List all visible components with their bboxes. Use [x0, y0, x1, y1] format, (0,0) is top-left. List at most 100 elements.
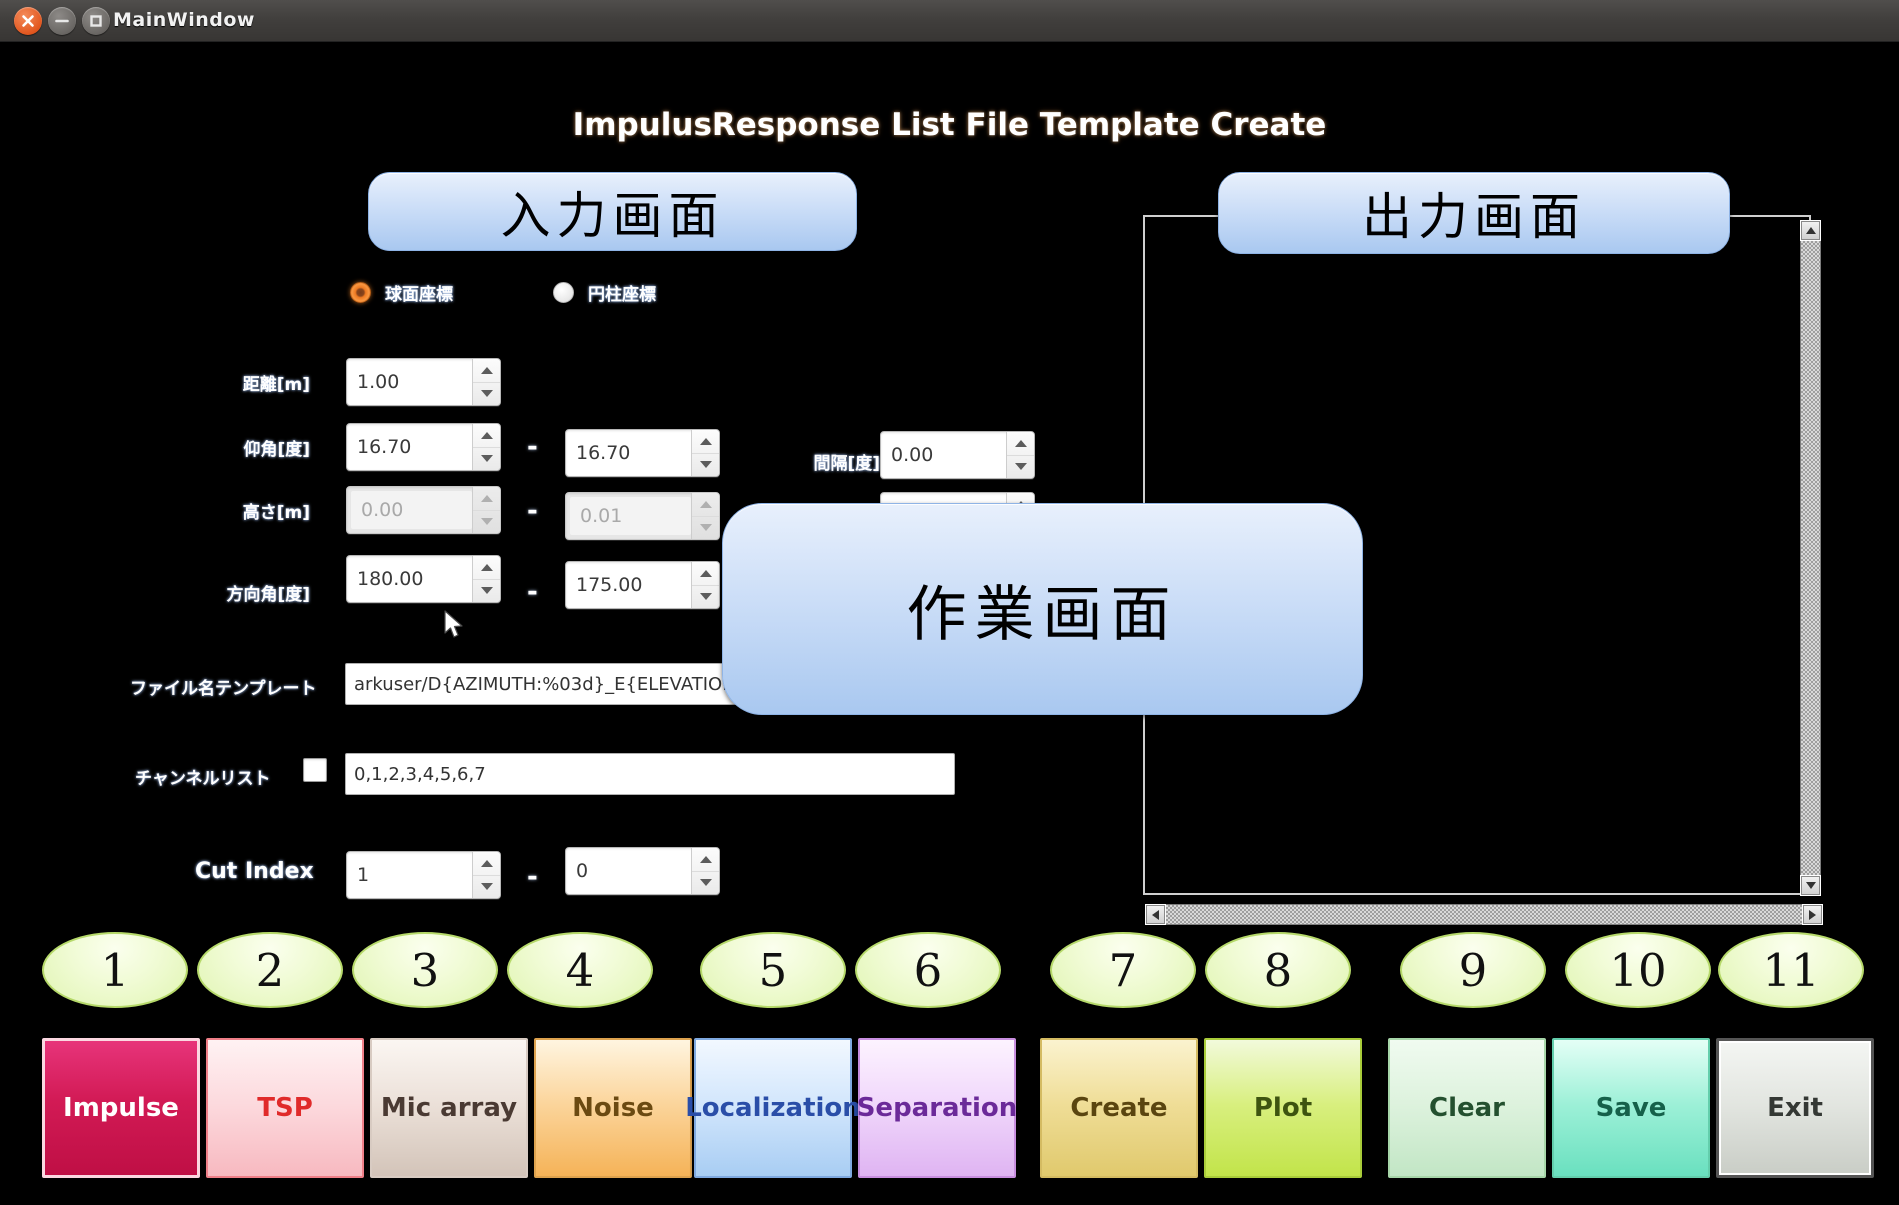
filename-template-label: ファイル名テンプレート [130, 679, 317, 699]
elevation-to-spinbox[interactable]: 16.70 [565, 429, 720, 477]
stepper-up-icon[interactable] [1007, 432, 1034, 456]
stepper-down-icon[interactable] [692, 517, 719, 540]
stepper-up-icon[interactable] [473, 556, 500, 580]
height-to-spinbox[interactable]: 0.01 [565, 492, 720, 540]
radio-cylindrical-label: 円柱座標 [588, 285, 656, 305]
radio-selected-icon [350, 282, 371, 303]
channel-list-input[interactable]: 0,1,2,3,4,5,6,7 [345, 753, 955, 795]
radio-spherical[interactable]: 球面座標 [350, 280, 453, 305]
action-button-row: Impulse TSP Mic array Noise Localization… [0, 1038, 1899, 1178]
cut-index-to-stepper[interactable] [691, 848, 719, 894]
height-to-value: 0.01 [570, 497, 691, 535]
stepper-up-icon[interactable] [473, 424, 500, 448]
button-tsp[interactable]: TSP [206, 1038, 364, 1178]
cut-index-from-value: 1 [357, 864, 370, 886]
stepper-down-icon[interactable] [473, 876, 500, 899]
cut-index-from-spinbox[interactable]: 1 [346, 851, 501, 899]
marker-8: 8 [1205, 932, 1351, 1008]
button-clear[interactable]: Clear [1388, 1038, 1546, 1178]
chevron-down-icon [1805, 882, 1816, 889]
scroll-right-button[interactable] [1802, 904, 1823, 925]
elevation-to-stepper[interactable] [691, 430, 719, 476]
marker-row: 1 2 3 4 5 6 7 8 9 10 11 [0, 932, 1899, 1008]
marker-2: 2 [197, 932, 343, 1008]
button-exit[interactable]: Exit [1716, 1038, 1874, 1178]
stepper-down-icon[interactable] [473, 580, 500, 603]
marker-5: 5 [700, 932, 846, 1008]
interval-spinbox[interactable]: 0.00 [880, 431, 1035, 479]
elevation-from-stepper[interactable] [472, 424, 500, 470]
height-to-stepper[interactable] [691, 493, 719, 539]
distance-label: 距離[m] [242, 375, 310, 395]
button-impulse[interactable]: Impulse [42, 1038, 200, 1178]
azimuth-to-stepper[interactable] [691, 562, 719, 608]
page-title: ImpulusResponse List File Template Creat… [572, 107, 1327, 143]
scroll-left-button[interactable] [1145, 904, 1166, 925]
marker-10: 10 [1565, 932, 1711, 1008]
distance-value: 1.00 [357, 371, 400, 393]
button-noise[interactable]: Noise [534, 1038, 692, 1178]
azimuth-from-value: 180.00 [357, 568, 424, 590]
interval-label: 間隔[度] [813, 454, 880, 474]
channel-list-checkbox[interactable] [303, 758, 327, 782]
button-mic-array[interactable]: Mic array [370, 1038, 528, 1178]
stepper-down-icon[interactable] [692, 586, 719, 609]
stepper-down-icon[interactable] [473, 448, 500, 471]
close-icon[interactable] [14, 7, 42, 35]
azimuth-label: 方向角[度] [226, 585, 310, 605]
app-canvas: ImpulusResponse List File Template Creat… [0, 42, 1899, 1205]
height-from-value: 0.00 [351, 491, 472, 529]
stepper-up-icon[interactable] [692, 493, 719, 517]
azimuth-from-spinbox[interactable]: 180.00 [346, 555, 501, 603]
stepper-up-icon[interactable] [473, 359, 500, 383]
chevron-up-icon [1805, 227, 1816, 234]
cut-index-to-spinbox[interactable]: 0 [565, 847, 720, 895]
marker-11: 11 [1718, 932, 1864, 1008]
horizontal-scrollbar[interactable] [1145, 904, 1823, 925]
radio-spherical-label: 球面座標 [385, 285, 453, 305]
height-from-spinbox[interactable]: 0.00 [346, 486, 501, 534]
stepper-down-icon[interactable] [473, 383, 500, 406]
button-create[interactable]: Create [1040, 1038, 1198, 1178]
scroll-up-button[interactable] [1800, 220, 1821, 241]
cut-index-from-stepper[interactable] [472, 852, 500, 898]
stepper-down-icon[interactable] [1007, 456, 1034, 479]
window-controls [14, 7, 110, 35]
callout-output-screen: 出力画面 [1218, 172, 1730, 254]
azimuth-to-spinbox[interactable]: 175.00 [565, 561, 720, 609]
elevation-to-value: 16.70 [576, 442, 631, 464]
stepper-down-icon[interactable] [692, 454, 719, 477]
marker-4: 4 [507, 932, 653, 1008]
scroll-down-button[interactable] [1800, 875, 1821, 896]
marker-6: 6 [855, 932, 1001, 1008]
stepper-up-icon[interactable] [473, 852, 500, 876]
minimize-icon[interactable] [48, 7, 76, 35]
stepper-up-icon[interactable] [692, 562, 719, 586]
stepper-up-icon[interactable] [692, 430, 719, 454]
height-label: 高さ[m] [242, 503, 310, 523]
coordinate-mode-group: 球面座標 円柱座標 [350, 280, 656, 305]
marker-9: 9 [1400, 932, 1546, 1008]
stepper-down-icon[interactable] [473, 511, 500, 534]
interval-stepper[interactable] [1006, 432, 1034, 478]
height-from-stepper[interactable] [472, 487, 500, 533]
button-plot[interactable]: Plot [1204, 1038, 1362, 1178]
elevation-from-spinbox[interactable]: 16.70 [346, 423, 501, 471]
button-separation[interactable]: Separation [857, 1038, 1017, 1178]
stepper-down-icon[interactable] [692, 872, 719, 895]
marker-7: 7 [1050, 932, 1196, 1008]
azimuth-from-stepper[interactable] [472, 556, 500, 602]
stepper-up-icon[interactable] [692, 848, 719, 872]
button-save[interactable]: Save [1552, 1038, 1710, 1178]
vertical-scrollbar[interactable] [1800, 220, 1821, 896]
distance-stepper[interactable] [472, 359, 500, 405]
maximize-icon[interactable] [82, 7, 110, 35]
stepper-up-icon[interactable] [473, 487, 500, 511]
radio-cylindrical[interactable]: 円柱座標 [553, 280, 656, 305]
cut-index-separator: - [527, 862, 538, 892]
window-title: MainWindow [113, 9, 255, 31]
distance-spinbox[interactable]: 1.00 [346, 358, 501, 406]
button-localization[interactable]: Localization [685, 1038, 861, 1178]
elevation-label: 仰角[度] [243, 440, 310, 460]
height-separator: - [527, 496, 538, 526]
